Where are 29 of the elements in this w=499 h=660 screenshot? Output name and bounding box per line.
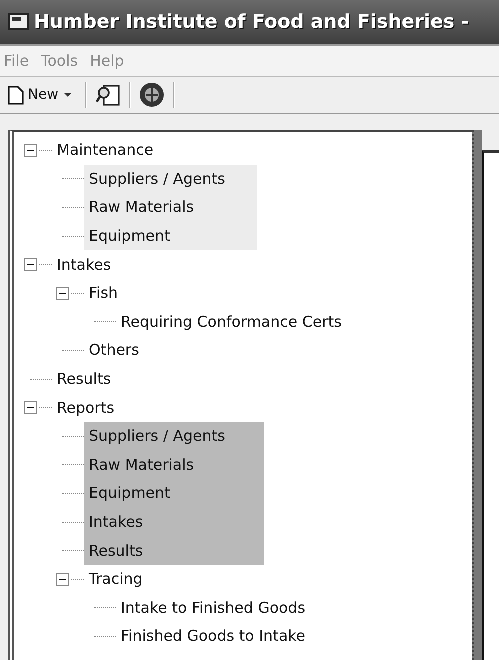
collapse-toggle[interactable]	[24, 401, 37, 414]
document-icon	[8, 86, 24, 104]
tree-item[interactable]: Suppliers / Agents	[84, 422, 264, 451]
tree-item[interactable]: Reports	[52, 393, 120, 422]
collapse-toggle[interactable]	[56, 286, 69, 300]
app-icon	[8, 12, 30, 32]
tree-item[interactable]: Tracing	[84, 564, 148, 594]
tree-item[interactable]: Intakes	[84, 508, 264, 536]
tree-item[interactable]: Maintenance	[52, 136, 159, 165]
tree-item[interactable]: Equipment	[84, 479, 264, 508]
collapse-toggle[interactable]	[24, 144, 37, 157]
new-button[interactable]: New	[4, 84, 77, 106]
tree-item[interactable]: Intake to Finished Goods	[116, 594, 311, 622]
caret-icon	[62, 92, 73, 98]
tree-item[interactable]: Equipment	[84, 222, 257, 250]
tree-item[interactable]: Raw Materials	[84, 193, 257, 222]
collapse-toggle[interactable]	[56, 572, 69, 586]
tree-item[interactable]: Fish	[84, 278, 124, 308]
tree-item[interactable]: Results	[84, 536, 264, 565]
tree-item[interactable]: Others	[84, 336, 144, 365]
tree-item[interactable]: Requiring Conformance Certs	[116, 308, 347, 336]
search-icon[interactable]	[94, 83, 121, 107]
tree-item[interactable]: Finished Goods to Intake	[116, 622, 311, 651]
window-title: Humber Institute of Food and Fisheries -	[34, 11, 470, 33]
collapse-toggle[interactable]	[24, 258, 37, 272]
tree-item[interactable]: Intakes	[52, 250, 116, 279]
tree-item[interactable]: Raw Materials	[84, 450, 264, 480]
tree-item[interactable]: Results	[52, 364, 116, 394]
tree-item[interactable]: Suppliers / Agents	[84, 164, 257, 194]
